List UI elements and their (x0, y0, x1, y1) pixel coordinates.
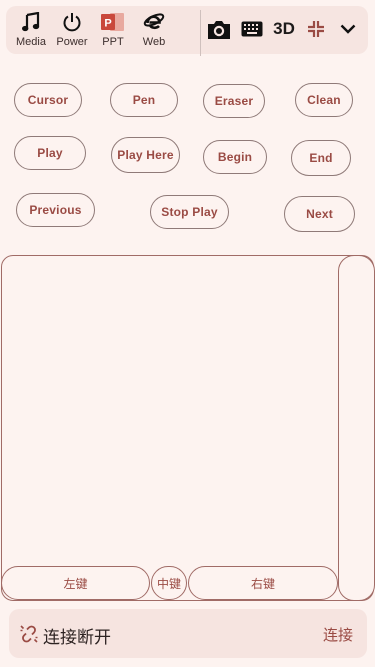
collapse-icon[interactable] (304, 18, 328, 40)
ppt-label: PPT (102, 36, 124, 48)
internet-explorer-icon (143, 6, 165, 32)
play-button[interactable]: Play (14, 136, 86, 170)
powerpoint-icon: P (101, 6, 125, 32)
link-off-icon (19, 624, 39, 644)
previous-button[interactable]: Previous (16, 193, 95, 227)
play-here-button[interactable]: Play Here (111, 137, 180, 173)
connect-button[interactable]: 连接 (323, 624, 353, 645)
stop-play-button[interactable]: Stop Play (150, 195, 229, 229)
toolbar-divider (200, 10, 201, 56)
left-click-button[interactable]: 左键 (1, 566, 150, 600)
middle-click-button[interactable]: 中键 (151, 566, 187, 600)
clean-button[interactable]: Clean (295, 83, 353, 117)
connection-status-text: 连接断开 (43, 628, 111, 647)
media-button[interactable]: Media (9, 6, 53, 54)
web-button[interactable]: Web (132, 6, 176, 54)
right-click-button[interactable]: 右键 (188, 566, 338, 600)
top-toolbar: Media Power P PPT Web 3D (6, 6, 368, 56)
power-button[interactable]: Power (50, 6, 94, 54)
keyboard-icon[interactable] (239, 18, 265, 40)
power-icon (62, 6, 82, 32)
next-button[interactable]: Next (284, 196, 355, 232)
ppt-button[interactable]: P PPT (91, 6, 135, 54)
scroll-strip[interactable] (338, 255, 375, 601)
connection-status-bar: 连接断开 连接 (9, 609, 367, 658)
touchpad-area[interactable] (1, 255, 374, 601)
camera-icon[interactable] (206, 18, 232, 40)
three-d-button[interactable]: 3D (270, 18, 298, 40)
web-label: Web (142, 36, 166, 48)
cursor-button[interactable]: Cursor (14, 83, 82, 117)
chevron-down-icon[interactable] (336, 18, 360, 40)
eraser-button[interactable]: Eraser (203, 84, 265, 118)
music-note-icon (22, 6, 40, 32)
media-label: Media (16, 36, 46, 48)
ppt-letter: P (104, 18, 111, 30)
begin-button[interactable]: Begin (203, 140, 267, 174)
pen-button[interactable]: Pen (110, 83, 178, 117)
power-label: Power (56, 36, 88, 48)
toolbar-left-group: Media Power P PPT Web (6, 6, 200, 54)
end-button[interactable]: End (291, 140, 351, 176)
